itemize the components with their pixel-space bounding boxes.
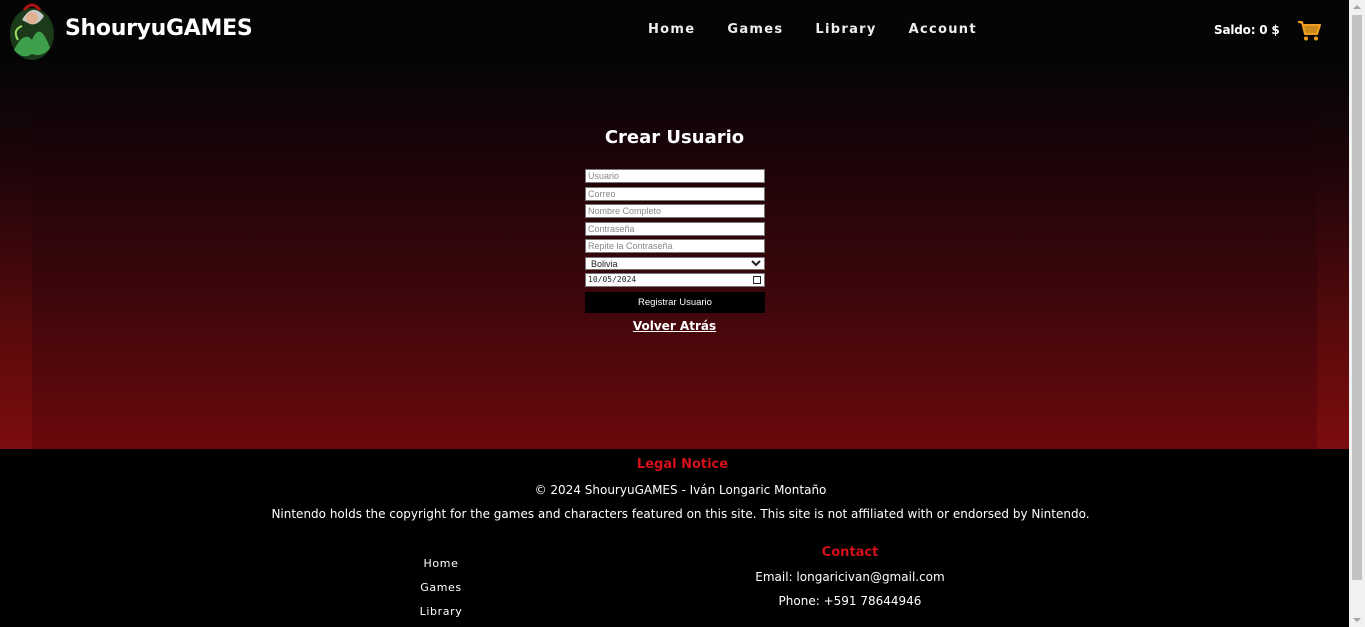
calendar-icon[interactable] [753,276,761,284]
balance-text: Saldo: 0 $ [1214,23,1280,37]
nav-account[interactable]: Account [909,22,977,37]
main-nav: Home Games Library Account [648,22,1009,37]
page-title: Crear Usuario [604,127,745,148]
nav-library[interactable]: Library [815,22,876,37]
footer-nav: Home Games Library [380,557,502,627]
contact-phone: Phone: +591 78644946 [778,594,922,608]
fighter-character-icon[interactable] [4,0,60,62]
scroll-up-arrow-icon[interactable] [1353,5,1361,9]
copyright-text: © 2024 ShouryuGAMES - Iván Longaric Mont… [534,483,827,497]
birthdate-input[interactable]: 10/05/2024 [585,273,765,287]
footer-link-home[interactable]: Home [380,557,502,581]
site-header: ShouryuGAMES Home Games Library Account … [0,0,1349,63]
legal-notice-title: Legal Notice [636,457,729,472]
back-link[interactable]: Volver Atrás [0,319,1349,333]
footer-link-library[interactable]: Library [380,605,502,627]
register-button[interactable]: Registrar Usuario [585,292,765,313]
repeat-password-input[interactable] [585,239,765,253]
date-value: 10/05/2024 [588,275,637,284]
contact-block: Contact Email: longaricivan@gmail.com Ph… [700,545,1000,618]
email-input[interactable] [585,186,765,201]
fullname-input[interactable] [585,204,765,218]
nav-games[interactable]: Games [727,22,783,37]
nav-home[interactable]: Home [648,22,695,37]
contact-email: Email: longaricivan@gmail.com [755,570,945,584]
side-gradient-right [1317,63,1349,449]
shopping-cart-icon[interactable] [1297,20,1321,42]
side-gradient-left [0,63,32,449]
username-input[interactable] [585,169,765,183]
scroll-down-arrow-icon[interactable] [1353,618,1361,622]
brand-name[interactable]: ShouryuGAMES [65,16,253,41]
password-input[interactable] [585,221,765,236]
main-section: Crear Usuario Bolivia 10/05/2024 Registr… [0,63,1349,449]
scrollbar-thumb[interactable] [1352,15,1362,580]
register-form: Bolivia 10/05/2024 Registrar Usuario [585,169,765,313]
footer-link-games[interactable]: Games [380,581,502,605]
vertical-scrollbar[interactable] [1349,0,1365,627]
disclaimer-text: Nintendo holds the copyright for the gam… [271,507,1090,521]
country-select[interactable]: Bolivia [585,256,765,270]
contact-title: Contact [821,545,879,560]
site-footer: Legal Notice © 2024 ShouryuGAMES - Iván … [0,449,1349,627]
